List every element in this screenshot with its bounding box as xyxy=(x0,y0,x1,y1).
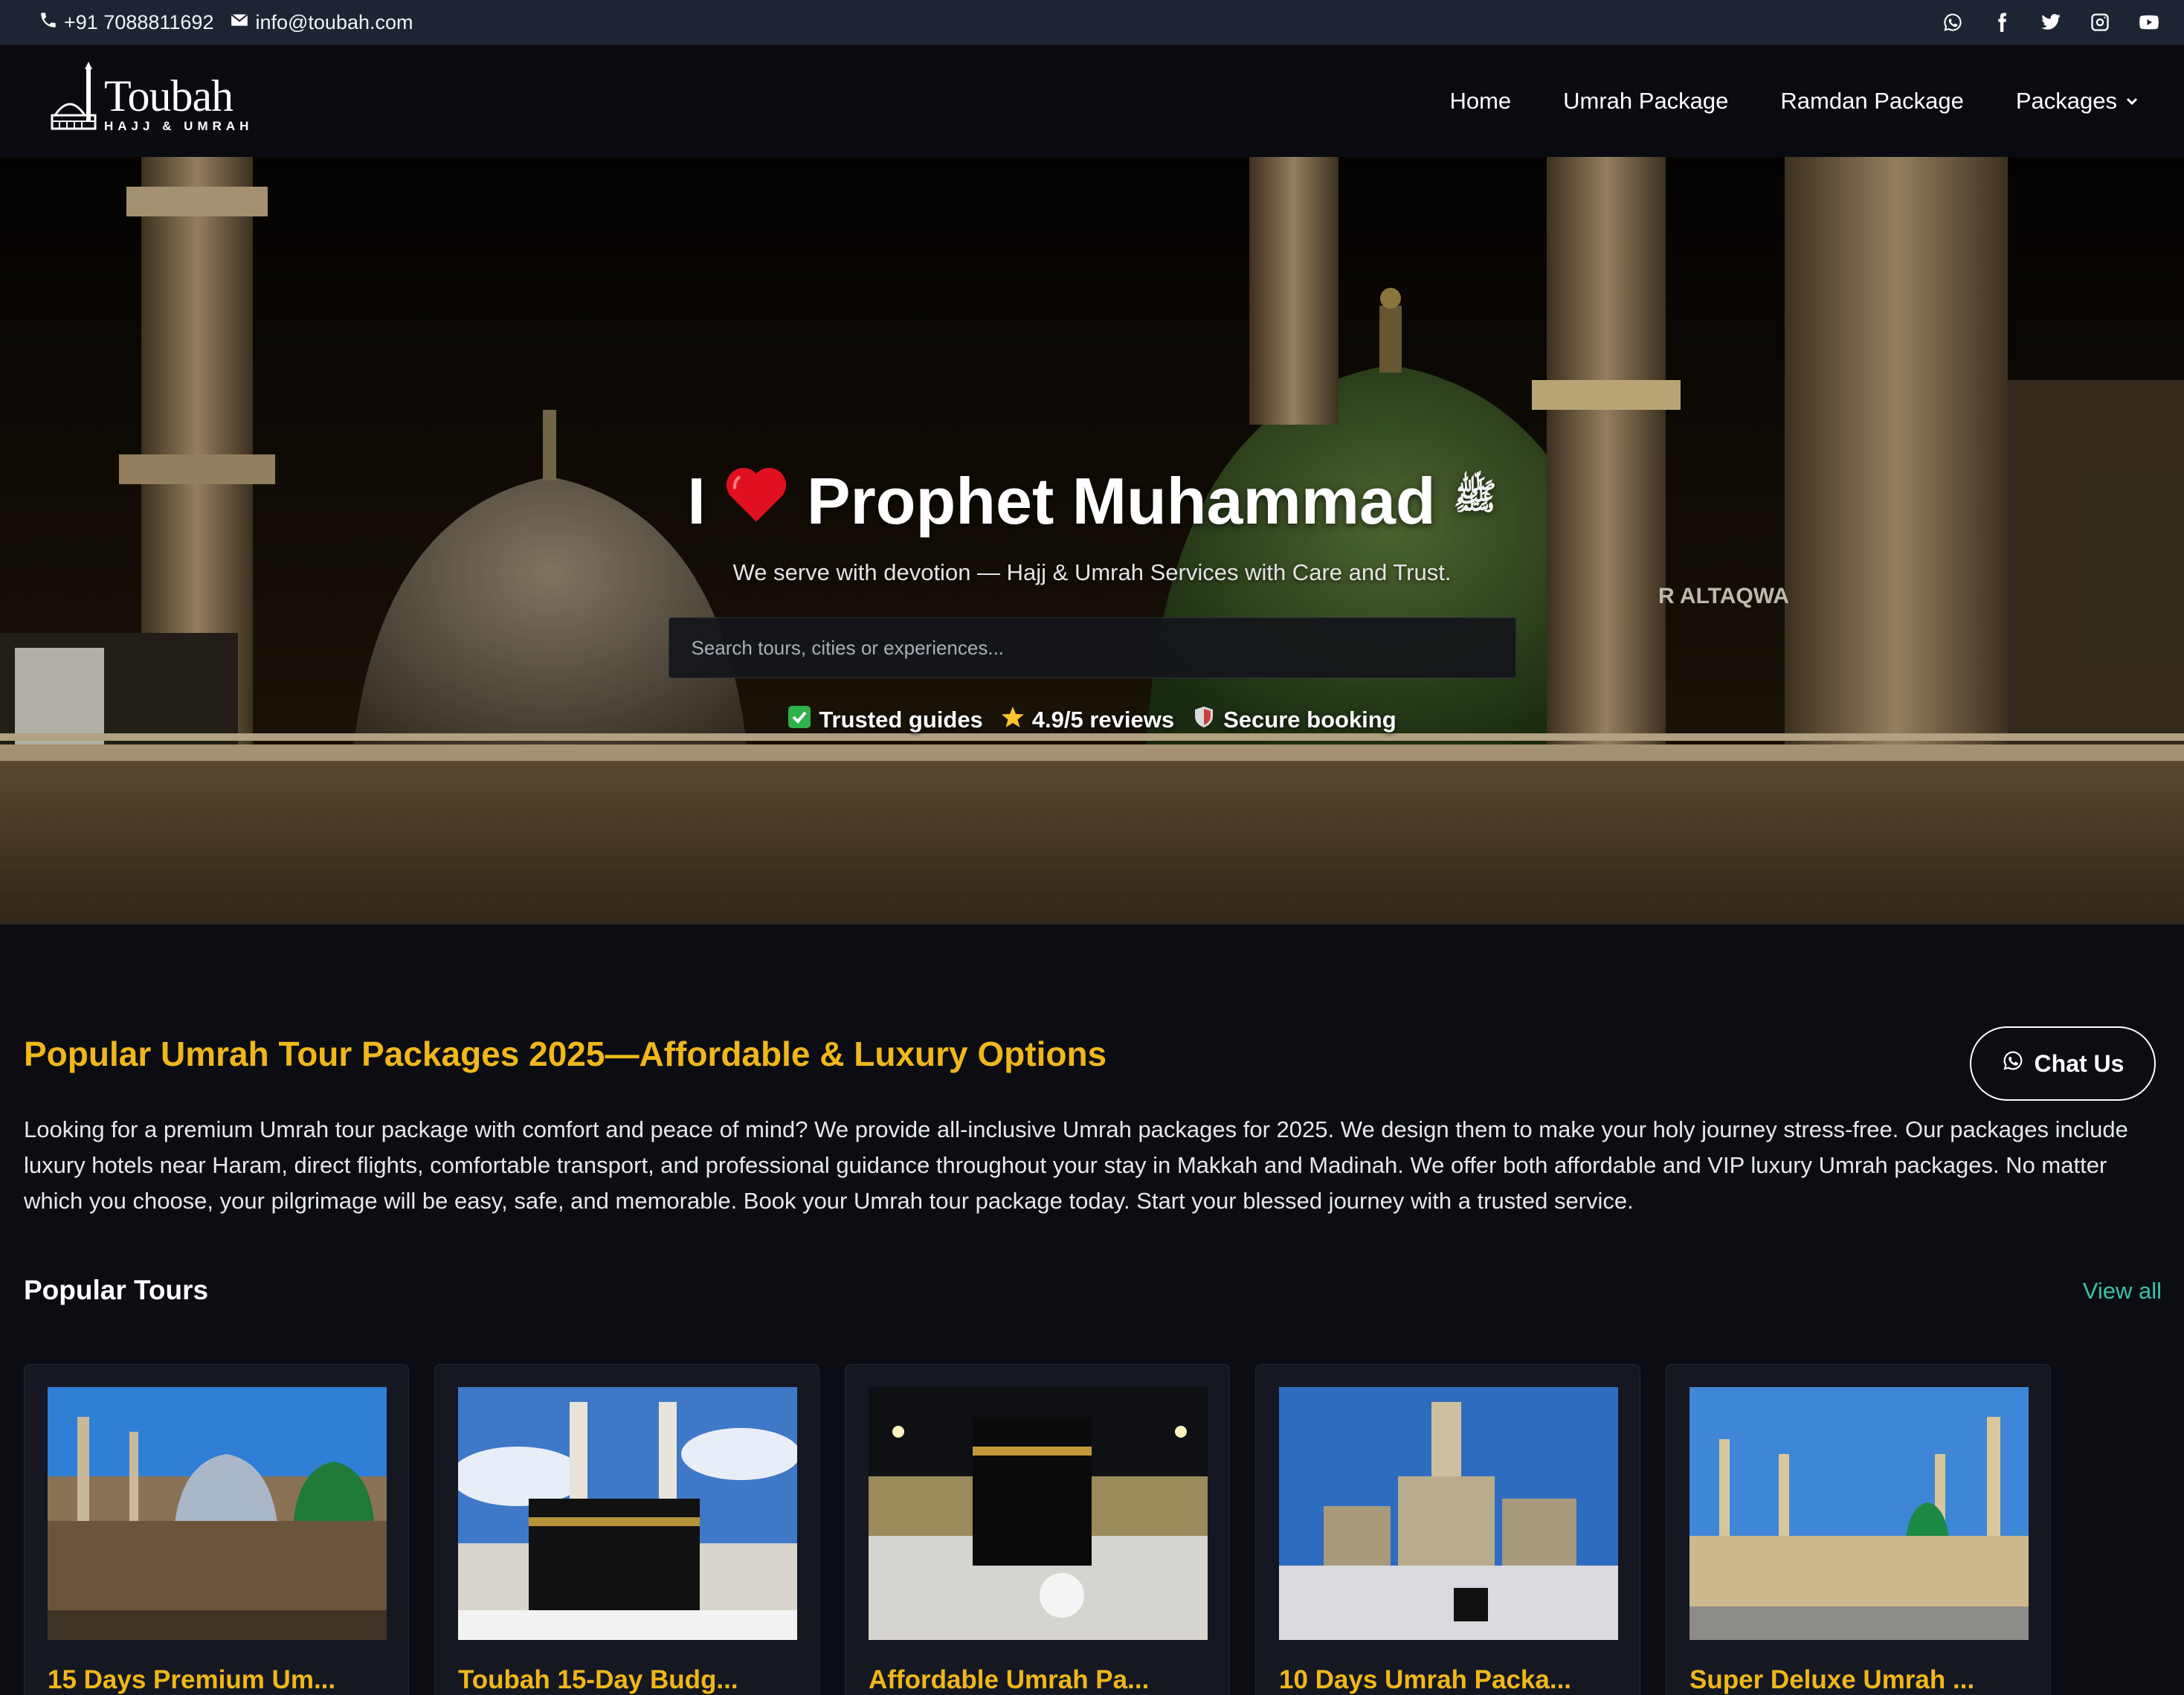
trust-guides: Trusted guides xyxy=(787,705,983,735)
tour-card[interactable]: Affordable Umrah Pa... xyxy=(845,1364,1230,1695)
brand-name: Toubah xyxy=(104,71,233,120)
trust-secure: Secure booking xyxy=(1192,705,1397,735)
tour-card[interactable]: 15 Days Premium Um... xyxy=(24,1364,409,1695)
hero-content: I Prophet Muhammad ﷺ We serve with devot… xyxy=(0,157,2184,924)
twitter-icon[interactable] xyxy=(2040,11,2062,33)
instagram-icon[interactable] xyxy=(2089,11,2111,33)
nav-menu: Home Umrah Package Ramdan Package Packag… xyxy=(1449,88,2139,115)
email-address: info@toubah.com xyxy=(255,10,413,33)
hero-title-prefix: I xyxy=(687,463,706,538)
top-contact-bar: +91 7088811692 info@toubah.com xyxy=(0,0,2184,45)
hero-title: I Prophet Muhammad ﷺ xyxy=(687,462,1496,540)
phone-link[interactable]: +91 7088811692 xyxy=(39,10,213,35)
tour-card-title: 15 Days Premium Um... xyxy=(48,1665,336,1694)
envelope-icon xyxy=(230,10,249,35)
tour-card-title: Affordable Umrah Pa... xyxy=(869,1665,1150,1694)
tour-card-image xyxy=(48,1387,387,1640)
nav-ramdan-package[interactable]: Ramdan Package xyxy=(1780,88,1963,115)
tour-cards-list: 15 Days Premium Um... Toubah 15-Day Budg… xyxy=(24,1364,2051,1695)
view-all-link[interactable]: View all xyxy=(2083,1278,2162,1305)
trust-secure-label: Secure booking xyxy=(1223,707,1397,733)
brand-tagline: HAJJ & UMRAH xyxy=(104,118,254,133)
trust-badges: Trusted guides 4.9/5 reviews Secure book… xyxy=(787,705,1397,735)
tour-card-image xyxy=(458,1387,797,1640)
main-navbar: Toubah HAJJ & UMRAH Home Umrah Package R… xyxy=(0,45,2184,157)
mosque-logo-icon xyxy=(49,61,100,137)
brand-logo[interactable]: Toubah HAJJ & UMRAH xyxy=(49,61,253,137)
nav-umrah-package[interactable]: Umrah Package xyxy=(1563,88,1728,115)
hero-banner: R ALTAQWA I Prophet Muhammad ﷺ We serve … xyxy=(0,157,2184,924)
phone-icon xyxy=(39,10,58,35)
packages-section-title: Popular Umrah Tour Packages 2025—Afforda… xyxy=(24,1035,1107,1073)
tour-card-image xyxy=(1279,1387,1618,1640)
brand-text: Toubah HAJJ & UMRAH xyxy=(104,74,253,137)
chat-us-button[interactable]: Chat Us xyxy=(1970,1026,2156,1101)
shield-icon xyxy=(1192,705,1216,735)
nav-home[interactable]: Home xyxy=(1449,88,1511,115)
trust-reviews: 4.9/5 reviews xyxy=(1001,705,1174,735)
tour-card-title: Super Deluxe Umrah ... xyxy=(1689,1665,1975,1694)
whatsapp-icon xyxy=(2002,1049,2024,1078)
phone-number: +91 7088811692 xyxy=(64,10,214,33)
tour-card-image xyxy=(869,1387,1208,1640)
tour-card-title: Toubah 15-Day Budg... xyxy=(458,1665,738,1694)
hero-subtitle: We serve with devotion — Hajj & Umrah Se… xyxy=(732,559,1452,585)
chat-us-label: Chat Us xyxy=(2034,1049,2125,1077)
tour-search-input[interactable] xyxy=(668,617,1516,678)
tour-card-image xyxy=(1689,1387,2029,1640)
tour-card-title: 10 Days Umrah Packa... xyxy=(1279,1665,1572,1694)
trust-reviews-label: 4.9/5 reviews xyxy=(1031,707,1175,733)
nav-packages-label: Packages xyxy=(2015,87,2117,114)
popular-tours-heading: Popular Tours xyxy=(24,1275,209,1305)
youtube-icon[interactable] xyxy=(2138,11,2160,33)
hero-title-main: Prophet Muhammad xyxy=(806,463,1436,538)
contact-info: +91 7088811692 info@toubah.com xyxy=(39,10,413,35)
tour-card[interactable]: Toubah 15-Day Budg... xyxy=(434,1364,819,1695)
facebook-icon[interactable] xyxy=(1991,11,2013,33)
packages-intro-text: Looking for a premium Umrah tour package… xyxy=(24,1116,2128,1214)
heart-icon xyxy=(724,462,789,540)
whatsapp-icon[interactable] xyxy=(1942,11,1964,33)
tour-card[interactable]: Super Deluxe Umrah ... xyxy=(1666,1364,2051,1695)
tour-card[interactable]: 10 Days Umrah Packa... xyxy=(1255,1364,1640,1695)
chevron-down-icon xyxy=(2125,88,2139,115)
trust-guides-label: Trusted guides xyxy=(819,707,983,733)
star-icon xyxy=(1001,705,1025,735)
nav-packages-dropdown[interactable]: Packages xyxy=(2016,88,2139,115)
email-link[interactable]: info@toubah.com xyxy=(230,10,413,35)
social-links xyxy=(1942,11,2160,33)
pbuh-calligraphy: ﷺ xyxy=(1453,476,1497,518)
check-mark-icon xyxy=(787,705,811,735)
